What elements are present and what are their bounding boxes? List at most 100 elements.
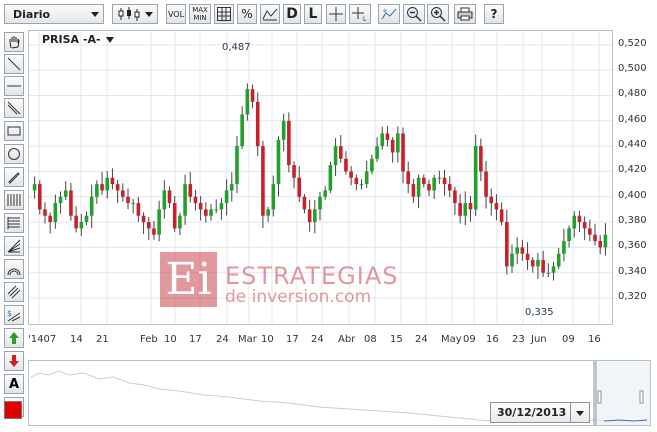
y-tick-label: 0,360 (618, 240, 647, 252)
period-select-value: Diario (13, 8, 51, 21)
zoom-out-button[interactable] (403, 4, 425, 24)
candle-up (235, 146, 239, 185)
compare-button[interactable] (260, 4, 280, 24)
candle-down (598, 241, 603, 248)
help-button[interactable]: ? (484, 4, 504, 24)
candle-down (250, 89, 255, 102)
candle-up (323, 190, 327, 197)
candle-up (209, 209, 213, 216)
rectangle-tool-button[interactable] (4, 121, 24, 141)
zoom-area-button[interactable]: + (378, 4, 400, 24)
candle-up (219, 203, 224, 210)
candle-down (198, 203, 203, 210)
candle-up (58, 196, 63, 204)
grid-button[interactable] (214, 4, 234, 24)
volume-button[interactable]: VOL (166, 4, 186, 24)
channel-tool-button[interactable] (4, 282, 24, 302)
arrow-up-icon (9, 332, 19, 344)
candle-up (53, 203, 58, 223)
date-divider (570, 403, 571, 422)
x-tick-label: '1407 (28, 334, 57, 345)
candle-up (328, 165, 333, 191)
candle-down (188, 184, 193, 197)
zoom-in-button[interactable] (427, 4, 449, 24)
candle-down (458, 203, 462, 216)
fan-tool-button[interactable] (4, 236, 24, 256)
x-tick-label: 17 (286, 334, 299, 345)
candle-down (427, 184, 431, 191)
rectangle-icon (7, 126, 21, 136)
x-tick-label: 24 (311, 334, 324, 345)
candle-down (167, 190, 172, 204)
candle-up (183, 184, 187, 216)
candle-down (121, 190, 125, 197)
grid-icon (217, 7, 231, 21)
dollar-channel-tool-button[interactable]: $ (4, 305, 24, 325)
dollar-channel-icon: $ (7, 309, 21, 322)
x-tick-label: 09 (463, 334, 476, 345)
candle-up (396, 133, 400, 153)
candle-up (473, 146, 478, 210)
candle-down (141, 215, 146, 223)
candle-down (489, 196, 494, 204)
ellipse-tool-button[interactable] (4, 144, 24, 164)
y-tick-label: 0,460 (618, 113, 647, 125)
y-tick-label: 0,520 (618, 37, 647, 49)
percent-label: % (241, 7, 253, 21)
candle-up (89, 196, 94, 216)
maxmin-button[interactable]: MAX MIN (189, 4, 211, 24)
y-tick-label: 0,400 (618, 189, 647, 201)
buy-signal-tool-button[interactable] (4, 328, 24, 348)
chart-title[interactable]: PRISA -A- (42, 33, 114, 46)
l-scale-button[interactable]: L (304, 4, 322, 24)
text-tool-button[interactable]: A (4, 374, 24, 394)
candle-down (411, 184, 416, 197)
candle-up (515, 247, 519, 254)
candle-down (453, 190, 457, 204)
candle-down (307, 209, 312, 223)
x-tick-label: 16 (486, 334, 499, 345)
candle-down (110, 177, 115, 185)
y-tick-label: 0,340 (618, 265, 647, 277)
candle-up (432, 177, 436, 191)
sell-signal-tool-button[interactable] (4, 351, 24, 371)
candle-down (255, 101, 260, 147)
zoom-in-icon (431, 7, 446, 22)
candle-down (74, 215, 78, 229)
horizontal-line-tool-button[interactable] (4, 76, 24, 96)
fibonacci-levels-tool-button[interactable] (4, 213, 24, 233)
candle-down (43, 209, 47, 216)
crosshair-button[interactable] (326, 4, 346, 24)
candle-down (292, 165, 296, 178)
chart-type-select[interactable] (112, 4, 158, 24)
print-button[interactable] (454, 4, 476, 24)
d-scale-button[interactable]: D (283, 4, 301, 24)
candle-down (338, 146, 343, 159)
period-select[interactable]: Diario (4, 4, 104, 24)
candle-down (588, 228, 592, 235)
candle-down (468, 203, 473, 210)
date-selector[interactable]: 30/12/2013 (490, 402, 590, 423)
ray-tool-button[interactable] (4, 98, 24, 118)
hand-tool-button[interactable] (4, 32, 24, 52)
d-label: D (286, 6, 298, 22)
candle-down (261, 146, 265, 216)
candle-up (271, 184, 276, 210)
candle-down (287, 120, 291, 166)
candle-up (364, 171, 369, 185)
color-picker-button[interactable] (4, 401, 22, 419)
candle-down (302, 196, 307, 210)
candle-down (505, 222, 509, 267)
pencil-icon (8, 172, 20, 184)
candle-up (84, 215, 89, 223)
candle-down (48, 215, 52, 223)
candle-down (442, 177, 447, 185)
trendline-tool-button[interactable] (4, 54, 24, 74)
fibonacci-tool-button[interactable] (4, 190, 24, 210)
arc-tool-button[interactable] (4, 259, 24, 279)
candle-down (541, 260, 545, 273)
crosshair-label-button[interactable]: L (349, 4, 371, 24)
percent-button[interactable]: % (237, 4, 257, 24)
pencil-tool-button[interactable] (4, 167, 24, 187)
candle-up (105, 177, 110, 191)
